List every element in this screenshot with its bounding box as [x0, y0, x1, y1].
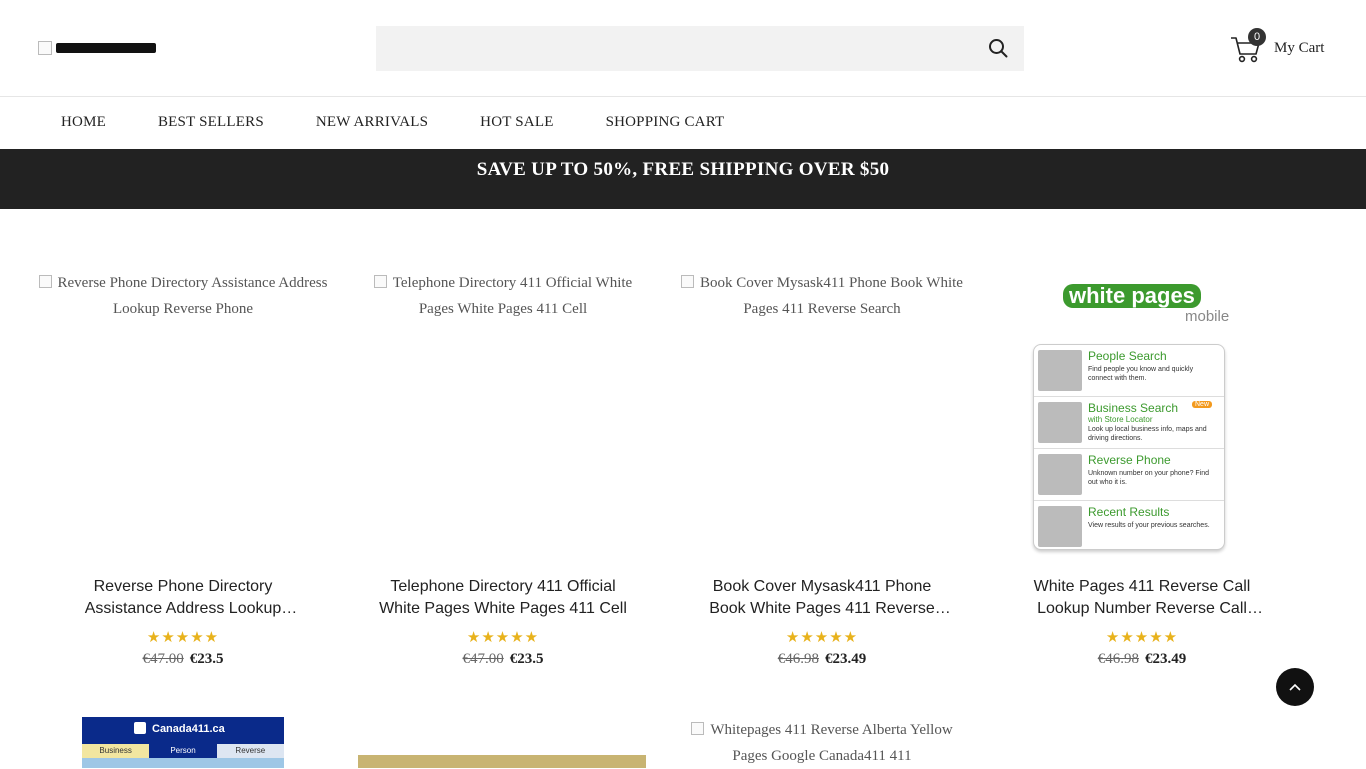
broken-image-icon — [38, 275, 52, 288]
canada411-lower — [82, 758, 284, 768]
product-title[interactable]: Reverse Phone Directory Assistance Addre… — [38, 576, 328, 620]
product-image[interactable]: Telephone Directory 411 Official White P… — [358, 270, 648, 560]
feature-subtitle: with Store Locator — [1088, 415, 1153, 424]
product-card[interactable]: Book Cover Mysask411 Phone Book White Pa… — [677, 270, 967, 668]
nav-hot-sale[interactable]: HOT SALE — [480, 114, 553, 131]
tab-person: Person — [149, 744, 217, 758]
broken-image-icon — [681, 275, 695, 288]
site-header: 0 My Cart — [0, 0, 1366, 97]
product-price: €47.00 €23.5 — [38, 651, 328, 668]
image-alt-text[interactable]: Whitepages 411 Reverse Alberta Yellow Pa… — [677, 717, 967, 769]
product-title[interactable]: Telephone Directory 411 Official White P… — [358, 576, 648, 620]
history-icon — [1038, 506, 1082, 547]
brand-suffix: mobile — [1185, 308, 1230, 325]
feature-text: Unknown number on your phone? Find out w… — [1088, 470, 1210, 486]
feature-text: View results of your previous searches. — [1088, 522, 1210, 529]
phone-icon — [1038, 454, 1082, 495]
people-icon — [1038, 350, 1082, 391]
feature-row: People Search Find people you know and q… — [1034, 345, 1224, 397]
feature-row: Recent Results View results of your prev… — [1034, 501, 1224, 549]
product-image[interactable]: Book Cover Mysask411 Phone Book White Pa… — [677, 270, 967, 560]
feature-text: Look up local business info, maps and dr… — [1088, 426, 1207, 442]
broken-image-icon — [691, 722, 705, 735]
old-price: €46.98 — [777, 651, 819, 667]
phone-book-product-image[interactable] — [358, 755, 646, 768]
image-alt-text: Reverse Phone Directory Assistance Addre… — [38, 270, 328, 322]
product-title[interactable]: White Pages 411 Reverse Call Lookup Numb… — [997, 576, 1287, 620]
chevron-up-icon — [1289, 683, 1301, 691]
product-price: €46.98 €23.49 — [677, 651, 967, 668]
sale-price: €23.5 — [509, 651, 544, 667]
feature-row: Business Search New with Store Locator L… — [1034, 397, 1224, 449]
old-price: €47.00 — [142, 651, 184, 667]
product-card[interactable]: Reverse Phone Directory Assistance Addre… — [38, 270, 328, 668]
product-title[interactable]: Book Cover Mysask411 Phone Book White Pa… — [677, 576, 967, 620]
nav-new-arrivals[interactable]: NEW ARRIVALS — [316, 114, 428, 131]
feature-title: Business Search — [1088, 401, 1179, 415]
feature-title: Reverse Phone — [1088, 453, 1171, 467]
product-card[interactable]: Telephone Directory 411 Official White P… — [358, 270, 648, 668]
rating-stars: ★★★★★ — [466, 630, 540, 646]
alt-label: Book Cover Mysask411 Phone Book White Pa… — [700, 275, 963, 317]
image-alt-text: Telephone Directory 411 Official White P… — [358, 270, 648, 322]
rating-stars: ★★★★★ — [146, 630, 220, 646]
feature-row: Reverse Phone Unknown number on your pho… — [1034, 449, 1224, 501]
alt-label: Whitepages 411 Reverse Alberta Yellow Pa… — [710, 722, 953, 764]
logo-image — [56, 43, 156, 53]
product-price: €46.98 €23.49 — [997, 651, 1287, 668]
nav-best-sellers[interactable]: BEST SELLERS — [158, 114, 264, 131]
whitepages-mobile-image: white pages mobile People Search Find pe… — [1023, 282, 1263, 558]
nav-home[interactable]: HOME — [61, 114, 106, 131]
main-nav: HOME BEST SELLERS NEW ARRIVALS HOT SALE … — [0, 97, 1366, 149]
feature-text: Find people you know and quickly connect… — [1088, 366, 1194, 382]
brand-name: white pages — [1063, 284, 1201, 308]
canada411-product-image[interactable]: Canada411.ca Business Person Reverse — [82, 717, 284, 768]
sale-price: €23.5 — [189, 651, 224, 667]
cart-count-badge: 0 — [1248, 28, 1266, 46]
alt-label: Reverse Phone Directory Assistance Addre… — [57, 275, 328, 317]
sale-price: €23.49 — [1145, 651, 1187, 667]
old-price: €47.00 — [462, 651, 504, 667]
feature-title: People Search — [1088, 349, 1167, 363]
sale-price: €23.49 — [825, 651, 867, 667]
old-price: €46.98 — [1097, 651, 1139, 667]
nav-shopping-cart[interactable]: SHOPPING CART — [606, 114, 725, 131]
search-input[interactable] — [376, 26, 994, 71]
site-logo[interactable] — [38, 41, 158, 57]
product-card[interactable]: white pages mobile People Search Find pe… — [997, 270, 1287, 668]
canada411-logo-icon — [134, 722, 146, 734]
cart-label: My Cart — [1274, 40, 1325, 56]
tab-reverse: Reverse — [216, 744, 284, 758]
broken-image-icon — [38, 41, 52, 55]
rating-stars: ★★★★★ — [1105, 630, 1179, 646]
broken-image-icon — [373, 275, 387, 288]
product-price: €47.00 €23.5 — [358, 651, 648, 668]
canada411-tabs: Business Person Reverse — [82, 744, 284, 758]
search-bar — [376, 26, 1024, 71]
new-badge: New — [1192, 401, 1213, 408]
tab-business: Business — [82, 744, 150, 758]
product-image[interactable]: Reverse Phone Directory Assistance Addre… — [38, 270, 328, 560]
product-image[interactable]: white pages mobile People Search Find pe… — [997, 270, 1287, 560]
feature-card: People Search Find people you know and q… — [1033, 344, 1225, 550]
image-alt-text: Book Cover Mysask411 Phone Book White Pa… — [677, 270, 967, 322]
building-icon — [1038, 402, 1082, 443]
search-icon[interactable] — [988, 38, 1008, 58]
back-to-top-button[interactable] — [1276, 668, 1314, 706]
rating-stars: ★★★★★ — [785, 630, 859, 646]
feature-title: Recent Results — [1088, 505, 1170, 519]
promo-banner: SAVE UP TO 50%, FREE SHIPPING OVER $50 — [0, 149, 1366, 209]
alt-label: Telephone Directory 411 Official White P… — [392, 275, 633, 317]
canada411-title: Canada411.ca — [152, 723, 225, 735]
